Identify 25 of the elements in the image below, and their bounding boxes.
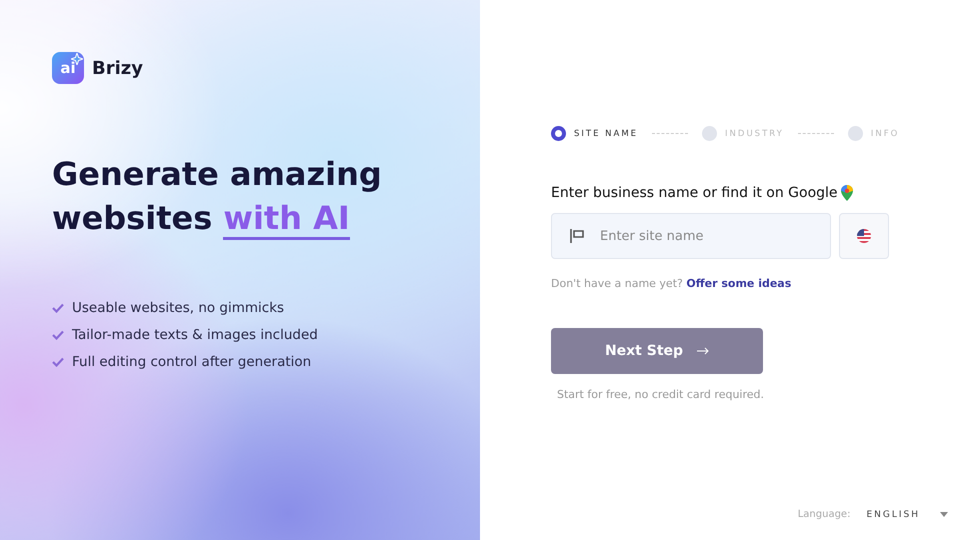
step: INFO (848, 126, 900, 141)
brand-name: Brizy (92, 58, 143, 78)
feature-text: Full editing control after generation (72, 354, 312, 370)
language-select[interactable]: ENGLISH (866, 510, 948, 520)
hero-heading: Generate amazing websites with AI (52, 152, 412, 240)
check-icon (52, 303, 64, 313)
flag-icon (856, 228, 872, 244)
hint-text: Don't have a name yet? Offer some ideas (551, 277, 792, 290)
language-label: Language: (798, 509, 850, 520)
country-button[interactable] (839, 213, 889, 259)
step: INDUSTRY (702, 126, 784, 141)
caret-icon (940, 512, 948, 517)
step: SITE NAME (551, 126, 638, 141)
field-label: Enter business name or find it on Google (551, 185, 838, 201)
ideas-link[interactable]: Offer some ideas (686, 277, 792, 290)
feature-text: Useable websites, no gimmicks (72, 300, 284, 316)
map-pin-icon (840, 185, 853, 201)
check-icon (52, 357, 64, 367)
logo: ai (52, 52, 84, 84)
note-text: Start for free, no credit card required. (557, 388, 765, 401)
arrow-icon (697, 347, 710, 355)
site-name-field[interactable]: Enter site name (551, 213, 831, 259)
check-icon (52, 330, 64, 340)
flag-icon (570, 229, 584, 243)
feature-text: Tailor-made texts & images included (72, 327, 318, 343)
